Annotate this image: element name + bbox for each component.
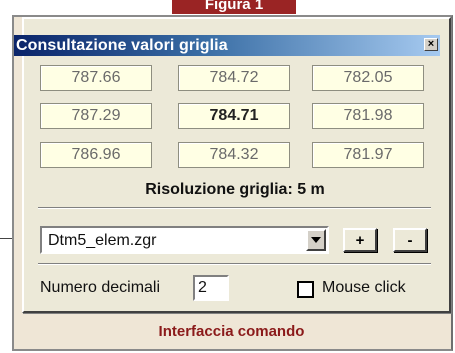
decimals-input[interactable]: 2	[193, 275, 229, 301]
mouse-click-label[interactable]: Mouse click	[322, 279, 406, 297]
leader-line	[0, 238, 12, 239]
separator-top	[38, 207, 431, 209]
mouse-click-checkbox[interactable]	[297, 281, 314, 298]
grid-cell-s: 784.32	[178, 142, 290, 168]
grid-cell-center: 784.71	[178, 103, 290, 129]
grid-cell-ne: 782.05	[312, 65, 424, 91]
dropdown-button[interactable]	[306, 229, 326, 251]
window-titlebar: Consultazione valori griglia ×	[14, 35, 440, 56]
decimals-label: Numero decimali	[40, 279, 161, 296]
grid-cell-w: 787.29	[40, 103, 152, 129]
grid-cell-n: 784.72	[178, 65, 290, 91]
resolution-label: Risoluzione griglia: 5 m	[145, 181, 325, 198]
grid-cell-se: 781.97	[312, 142, 424, 168]
close-button[interactable]: ×	[424, 38, 438, 51]
grid-cell-nw: 787.66	[40, 65, 152, 91]
grid-cell-e: 781.98	[312, 103, 424, 129]
figure-tab: Figura 1	[172, 0, 296, 14]
figure-tab-label: Figura 1	[204, 0, 264, 13]
grid-cell-sw: 786.96	[40, 142, 152, 168]
file-select[interactable]: Dtm5_elem.zgr	[40, 226, 329, 254]
window-title: Consultazione valori griglia	[16, 36, 228, 54]
remove-button[interactable]: -	[393, 228, 427, 252]
add-button[interactable]: +	[343, 228, 377, 252]
separator-bottom	[38, 263, 431, 265]
figure-caption: Interfaccia comando	[158, 323, 305, 340]
chevron-down-icon	[311, 237, 321, 243]
file-select-value: Dtm5_elem.zgr	[48, 232, 157, 249]
close-icon: ×	[427, 38, 435, 50]
